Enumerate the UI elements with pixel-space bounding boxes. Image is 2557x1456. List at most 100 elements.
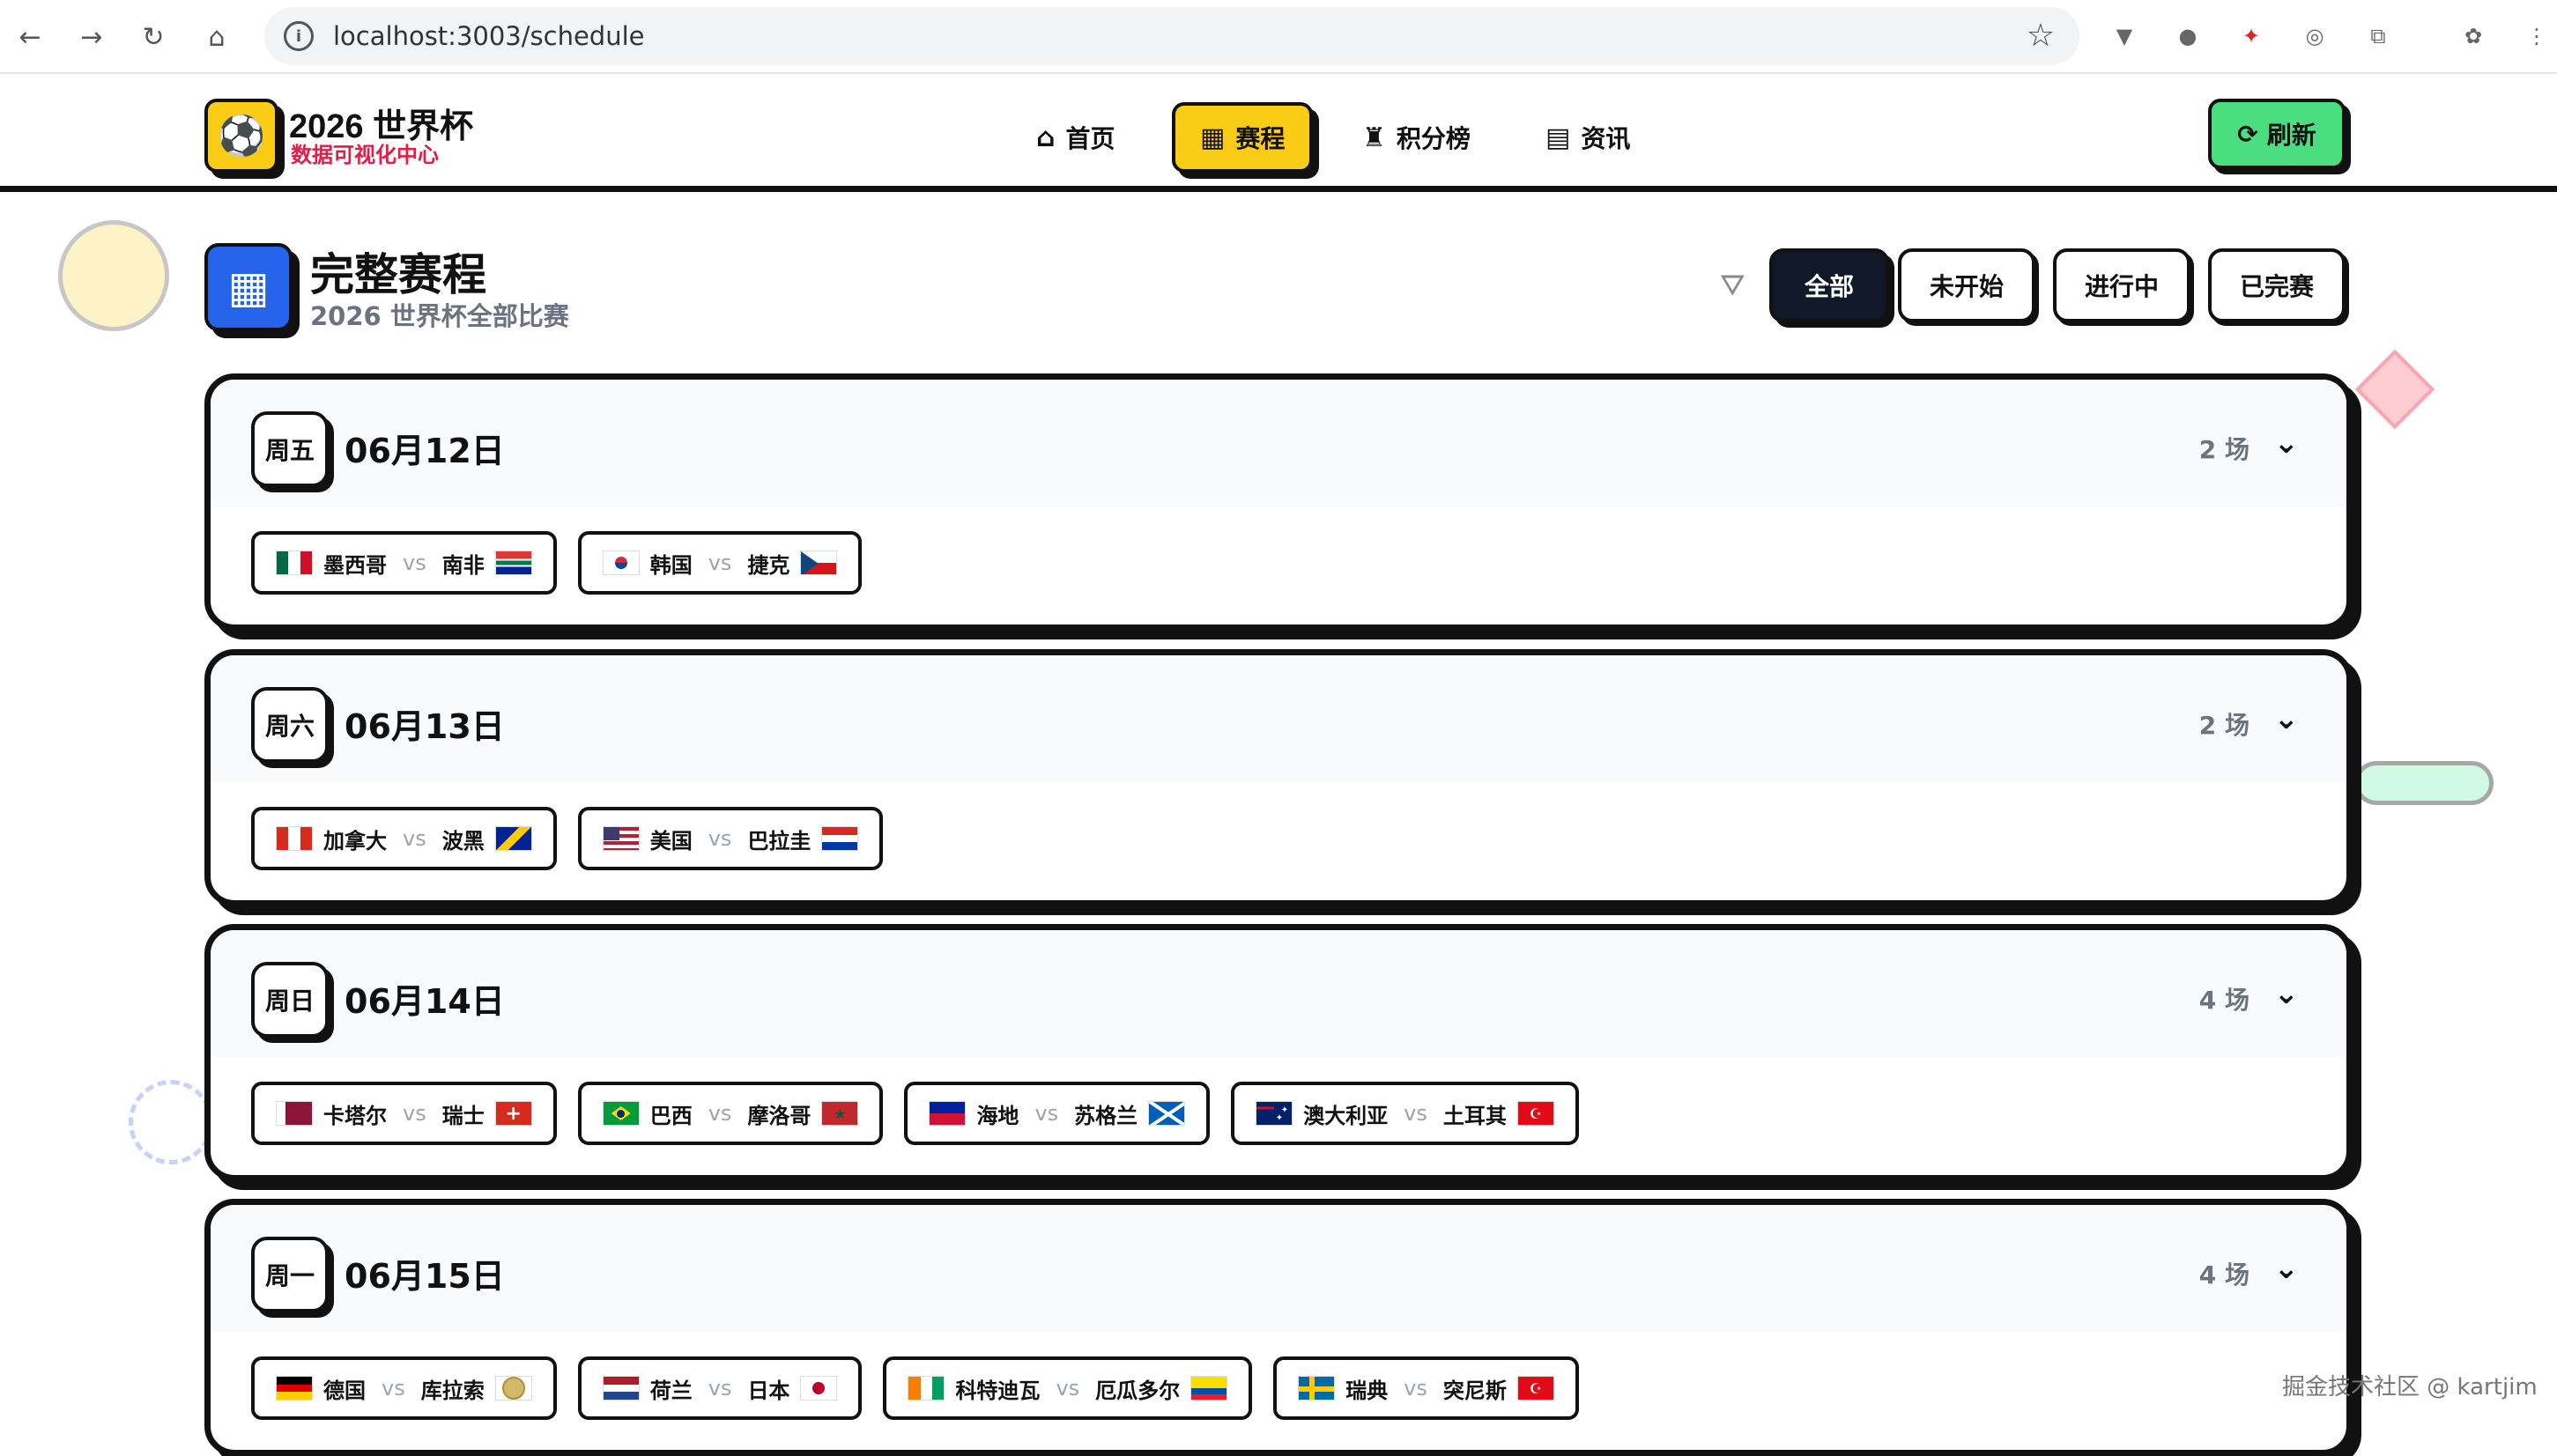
reload-icon[interactable]: ↻ — [134, 18, 173, 56]
extension-icon-2[interactable]: ● — [2169, 18, 2206, 55]
away-team: 土耳其 — [1442, 1103, 1507, 1128]
match-count: 4 场 — [2198, 1260, 2249, 1290]
match-chip[interactable]: 墨西哥 vs 南非 — [251, 531, 557, 595]
nav-news[interactable]: ▤ 资讯 — [1545, 102, 1630, 173]
home-team: 卡塔尔 — [323, 1103, 387, 1128]
day-card-header[interactable]: 周日 06月14日 4 场 ⌄ — [211, 930, 2346, 1057]
away-team: 摩洛哥 — [747, 1103, 812, 1128]
away-flag-icon — [1148, 1101, 1186, 1126]
day-card-header[interactable]: 周一 06月15日 4 场 ⌄ — [211, 1205, 2346, 1332]
brand-subtitle: 数据可视化中心 — [291, 143, 439, 167]
forward-icon[interactable]: → — [72, 18, 111, 56]
match-chip[interactable]: 韩国 vs 捷克 — [577, 531, 863, 595]
bookmark-star-icon[interactable]: ☆ — [2027, 18, 2055, 54]
refresh-label: 刷新 — [2266, 121, 2316, 150]
home-team: 德国 — [323, 1378, 366, 1403]
calendar-icon: ▦ — [204, 243, 293, 331]
browser-menu-icon[interactable]: ⋮ — [2518, 18, 2555, 55]
weekday-badge: 周一 — [251, 1237, 329, 1312]
home-team: 瑞典 — [1345, 1378, 1389, 1403]
decorative-pill — [2354, 761, 2494, 805]
match-chip[interactable]: 卡塔尔 vs 瑞士 + — [251, 1082, 557, 1145]
soccer-ball-logo-icon[interactable]: ⚽ — [204, 99, 278, 173]
match-chip[interactable]: 海地 vs 苏格兰 — [904, 1082, 1211, 1145]
trophy-icon: ♜ — [1362, 122, 1386, 153]
day-card-header[interactable]: 周六 06月13日 2 场 ⌄ — [211, 655, 2346, 782]
filter-live-button[interactable]: 进行中 — [2053, 248, 2190, 322]
site-info-icon[interactable]: i — [284, 21, 314, 51]
filter-icon: ⛛ — [1720, 268, 1745, 303]
nav-schedule[interactable]: ▦ 赛程 — [1172, 102, 1314, 173]
refresh-icon: ⟳ — [2237, 119, 2258, 149]
day-card-header[interactable]: 周五 06月12日 2 场 ⌄ — [211, 380, 2346, 506]
vs-label: vs — [708, 551, 732, 575]
home-team: 加拿大 — [323, 828, 387, 854]
away-team: 巴拉圭 — [747, 828, 812, 854]
match-chip[interactable]: ✦ ✦ 澳大利亚 vs 土耳其 ☪ — [1231, 1082, 1579, 1145]
day-date: 06月12日 — [345, 432, 505, 470]
news-icon: ▤ — [1545, 122, 1571, 153]
away-team: 厄瓜多尔 — [1095, 1378, 1181, 1403]
day-date: 06月14日 — [345, 982, 505, 1021]
match-list: 加拿大 vs 波黑 美国 vs 巴拉圭 — [251, 807, 884, 870]
url-text[interactable]: localhost:3003/schedule — [333, 21, 644, 51]
away-flag-icon: ☪ — [1516, 1376, 1554, 1401]
match-chip[interactable]: 德国 vs 库拉索 — [251, 1356, 557, 1420]
filter-finished-button[interactable]: 已完赛 — [2208, 248, 2346, 322]
match-list: 卡塔尔 vs 瑞士 + 巴西 vs 摩洛哥 ★ 海地 vs 苏格兰 ✦ ✦ 澳大利亚 vs 土耳其 ☪ — [251, 1082, 1579, 1145]
chevron-down-icon[interactable]: ⌄ — [2274, 425, 2300, 461]
home-flag-icon: ✦ ✦ — [1256, 1101, 1293, 1126]
nav-standings[interactable]: ♜ 积分榜 — [1362, 102, 1471, 173]
home-team: 美国 — [649, 828, 693, 854]
home-flag-icon — [908, 1376, 945, 1401]
match-chip[interactable]: 瑞典 vs 突尼斯 ☪ — [1273, 1356, 1579, 1420]
extension-icon-4[interactable]: ◎ — [2296, 18, 2333, 55]
filter-all-button[interactable]: 全部 — [1769, 248, 1889, 322]
vs-label: vs — [708, 1376, 732, 1401]
home-flag-icon — [276, 826, 313, 851]
away-flag-icon — [494, 826, 532, 851]
chevron-down-icon[interactable]: ⌄ — [2274, 1251, 2300, 1286]
address-bar[interactable]: i localhost:3003/schedule ☆ — [264, 7, 2079, 65]
home-team: 海地 — [976, 1103, 1019, 1128]
vs-label: vs — [403, 826, 426, 851]
home-team: 墨西哥 — [323, 552, 387, 578]
away-flag-icon — [494, 551, 532, 575]
day-date: 06月13日 — [345, 707, 505, 746]
extension-icon-3[interactable]: ✦ — [2233, 18, 2270, 55]
vs-label: vs — [403, 551, 426, 575]
away-flag-icon — [800, 551, 838, 575]
match-count: 2 场 — [2198, 711, 2249, 740]
home-flag-icon — [276, 1101, 313, 1126]
away-flag-icon — [821, 826, 859, 851]
home-team: 巴西 — [649, 1103, 693, 1128]
away-flag-icon: ★ — [821, 1101, 859, 1126]
away-team: 南非 — [441, 552, 485, 578]
day-card: 周六 06月13日 2 场 ⌄ 加拿大 vs 波黑 美国 vs 巴拉圭 — [204, 649, 2353, 906]
back-icon[interactable]: ← — [11, 18, 49, 56]
away-flag-icon — [494, 1376, 532, 1401]
match-chip[interactable]: 科特迪瓦 vs 厄瓜多尔 — [883, 1356, 1253, 1420]
nav-schedule-label: 赛程 — [1235, 124, 1286, 153]
nav-home[interactable]: ⌂ 首页 — [1036, 102, 1115, 173]
home-team: 科特迪瓦 — [955, 1378, 1041, 1403]
extension-icon-6[interactable]: ✿ — [2455, 18, 2492, 55]
vs-label: vs — [708, 826, 732, 851]
home-icon[interactable]: ⌂ — [197, 18, 236, 56]
away-team: 日本 — [747, 1378, 790, 1403]
extensions-puzzle-icon[interactable]: ⧉ — [2360, 18, 2397, 55]
weekday-badge: 周五 — [251, 411, 329, 487]
day-date: 06月15日 — [345, 1257, 505, 1296]
vue-devtools-icon[interactable]: ▼ — [2106, 18, 2143, 55]
match-chip[interactable]: 荷兰 vs 日本 — [577, 1356, 863, 1420]
filter-upcoming-button[interactable]: 未开始 — [1898, 248, 2035, 322]
refresh-button[interactable]: ⟳ 刷新 — [2208, 99, 2346, 169]
vs-label: vs — [1034, 1101, 1059, 1126]
match-chip[interactable]: 巴西 vs 摩洛哥 ★ — [577, 1082, 884, 1145]
chevron-down-icon[interactable]: ⌄ — [2274, 701, 2300, 736]
chevron-down-icon[interactable]: ⌄ — [2274, 976, 2300, 1011]
home-flag-icon — [602, 826, 640, 851]
match-chip[interactable]: 美国 vs 巴拉圭 — [577, 807, 884, 870]
match-count: 2 场 — [2198, 435, 2249, 464]
match-chip[interactable]: 加拿大 vs 波黑 — [251, 807, 557, 870]
